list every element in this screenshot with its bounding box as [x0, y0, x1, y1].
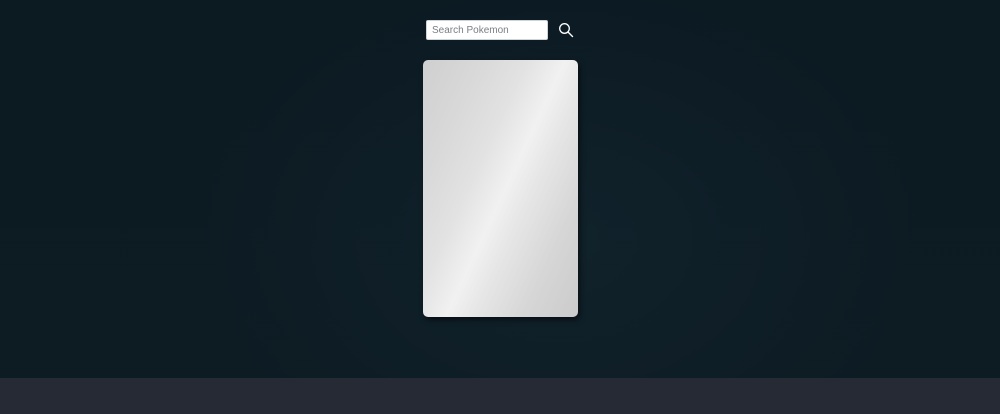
pokemon-card[interactable]: [423, 60, 578, 317]
search-bar: [426, 20, 575, 40]
search-icon: [559, 23, 574, 38]
search-input[interactable]: [426, 20, 548, 40]
search-button[interactable]: [557, 21, 575, 39]
footer: [0, 378, 1000, 414]
